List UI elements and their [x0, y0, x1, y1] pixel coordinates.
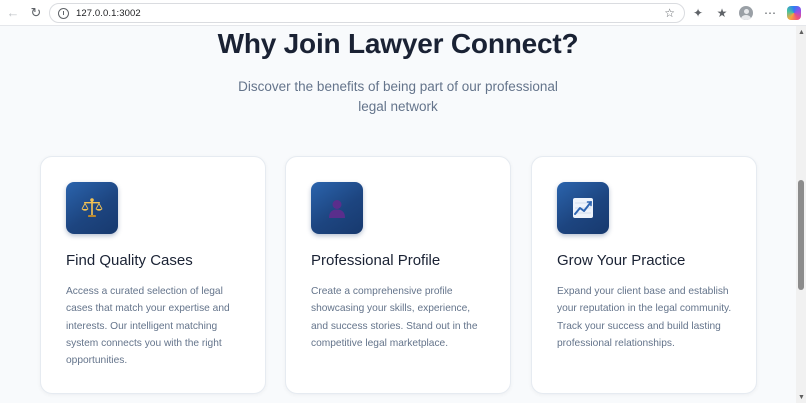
- section-subtitle: Discover the benefits of being part of o…: [238, 79, 558, 114]
- section-heading: Why Join Lawyer Connect?: [217, 28, 579, 59]
- profile-avatar-icon[interactable]: [734, 0, 758, 26]
- reload-icon[interactable]: ↻: [27, 4, 45, 22]
- card-title: Find Quality Cases: [66, 252, 193, 269]
- card-description: Access a curated selection of legal case…: [66, 286, 230, 367]
- scrollbar-thumb[interactable]: [798, 180, 804, 290]
- bookmark-star-icon[interactable]: ☆: [664, 6, 675, 20]
- scroll-down-arrow-icon[interactable]: ▼: [798, 394, 805, 401]
- benefit-card-professional-profile: Professional Profile Create a comprehens…: [285, 156, 511, 394]
- card-title: Professional Profile: [311, 252, 441, 269]
- card-description: Expand your client base and establish yo…: [557, 286, 732, 349]
- back-arrow-icon[interactable]: ←: [4, 4, 22, 22]
- benefit-card-find-cases: Find Quality Cases Access a curated sele…: [40, 156, 266, 394]
- scales-of-justice-icon: [66, 182, 118, 234]
- growth-chart-icon: [557, 182, 609, 234]
- scroll-up-arrow-icon[interactable]: ▲: [798, 29, 805, 36]
- benefit-card-grow-practice: Grow Your Practice Expand your client ba…: [531, 156, 757, 394]
- copilot-icon[interactable]: [782, 0, 806, 26]
- site-info-icon[interactable]: [58, 7, 69, 19]
- more-menu-icon[interactable]: ⋯: [758, 0, 782, 26]
- browser-toolbar: ← ↻ 127.0.0.1:3002 ☆ ✦ ★ ⋯: [0, 0, 806, 26]
- url-text: 127.0.0.1:3002: [76, 7, 141, 19]
- user-profile-icon: [311, 182, 363, 234]
- card-description: Create a comprehensive profile showcasin…: [311, 286, 478, 349]
- page-scrollbar[interactable]: ▲ ▼: [796, 26, 806, 403]
- address-bar[interactable]: 127.0.0.1:3002 ☆: [49, 3, 685, 23]
- extensions-icon[interactable]: ✦: [686, 0, 710, 26]
- card-title: Grow Your Practice: [557, 252, 686, 269]
- favorites-icon[interactable]: ★: [710, 0, 734, 26]
